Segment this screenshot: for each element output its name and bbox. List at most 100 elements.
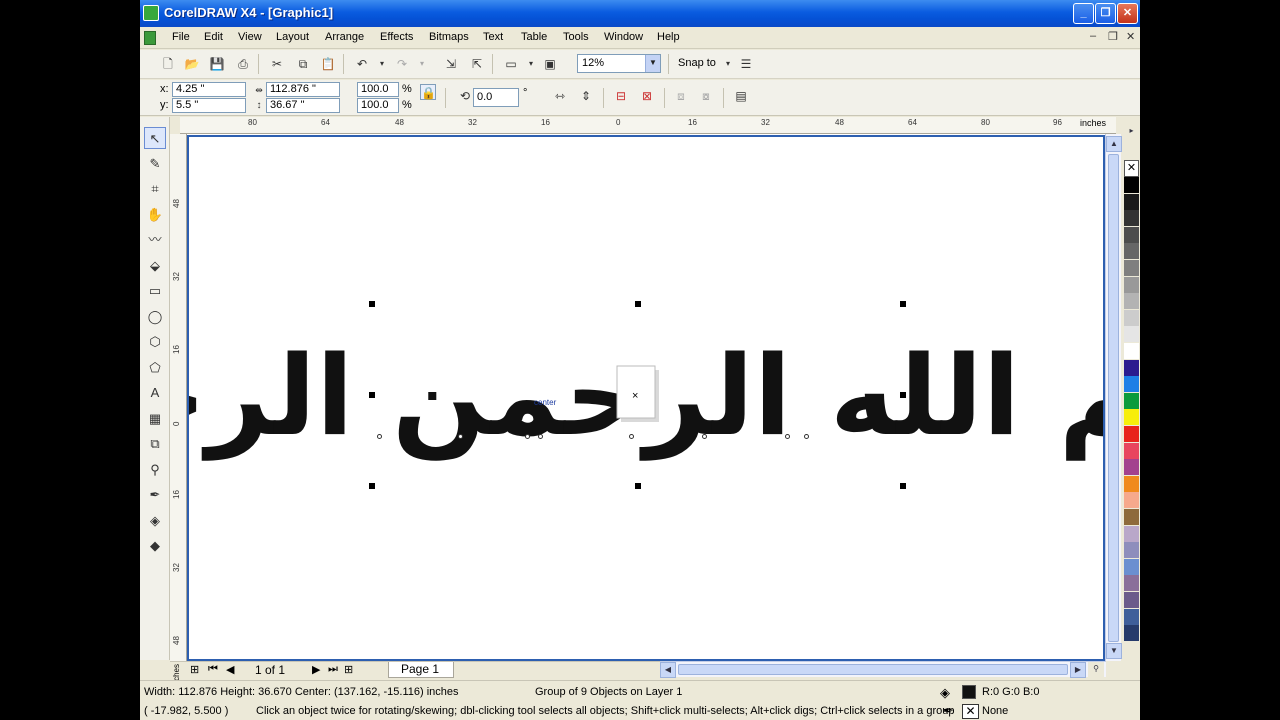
color-swatch[interactable] [1124, 525, 1139, 543]
color-swatch[interactable] [1124, 592, 1139, 609]
horizontal-scroll-thumb[interactable] [678, 664, 1068, 675]
x-position-field[interactable]: 4.25 " [172, 82, 246, 97]
smart-fill-tool-icon[interactable]: ⬙ [144, 255, 166, 277]
snap-to-dropdown-icon[interactable]: ▾ [720, 56, 736, 72]
menu-view[interactable]: View [238, 31, 262, 43]
rectangle-tool-icon[interactable]: ▭ [144, 280, 166, 302]
combine-icon[interactable]: ⧈ [673, 88, 689, 104]
color-swatch[interactable] [1124, 343, 1139, 360]
color-swatch[interactable] [1124, 193, 1139, 211]
color-swatch[interactable] [1124, 475, 1139, 493]
selection-handle-bc[interactable] [635, 483, 641, 489]
last-page-icon[interactable]: ⏭ [328, 663, 338, 676]
selection-handle-tc[interactable] [635, 301, 641, 307]
launcher-dropdown-icon[interactable]: ▾ [523, 56, 539, 72]
interactive-blend-tool-icon[interactable]: ⧉ [144, 433, 166, 455]
basic-shapes-tool-icon[interactable]: ⬠ [144, 357, 166, 379]
lock-ratio-icon[interactable]: 🔒 [420, 84, 436, 100]
next-page-icon[interactable]: ▶ [312, 663, 320, 676]
save-icon[interactable]: 💾 [209, 56, 225, 72]
menu-bitmaps[interactable]: Bitmaps [429, 31, 469, 43]
color-swatch[interactable] [1124, 177, 1139, 194]
minimize-button[interactable]: _ [1073, 3, 1094, 24]
menu-help[interactable]: Help [657, 31, 680, 43]
color-swatch[interactable] [1124, 509, 1139, 526]
selection-handle-tr[interactable] [900, 301, 906, 307]
rotation-angle-field[interactable]: 0.0 [473, 88, 519, 107]
chevron-down-icon[interactable]: ▼ [645, 55, 660, 72]
color-swatch[interactable] [1124, 293, 1139, 311]
width-field[interactable]: 112.876 " [266, 82, 340, 97]
freehand-tool-icon[interactable]: 〰 [144, 229, 166, 251]
align-distribute-icon[interactable]: ▤ [733, 88, 749, 104]
scale-x-field[interactable]: 100.0 [357, 82, 399, 97]
snap-to-label[interactable]: Snap to [678, 57, 716, 69]
redo-icon[interactable]: ↷ [394, 56, 410, 72]
color-swatch[interactable] [1124, 608, 1139, 626]
maximize-button[interactable]: ❐ [1095, 3, 1116, 24]
fill-color-swatch[interactable] [962, 685, 976, 699]
object-node[interactable] [702, 434, 707, 439]
text-tool-icon[interactable]: A [144, 382, 166, 404]
mirror-horizontal-icon[interactable]: ⇿ [552, 88, 568, 104]
break-apart-icon[interactable]: ⧇ [698, 88, 714, 104]
y-position-field[interactable]: 5.5 " [172, 98, 246, 113]
open-icon[interactable]: 📂 [184, 56, 200, 72]
scale-y-field[interactable]: 100.0 [357, 98, 399, 113]
color-swatch[interactable] [1124, 426, 1139, 443]
redo-dropdown-icon[interactable]: ▾ [414, 56, 430, 72]
selection-handle-ml[interactable] [369, 392, 375, 398]
height-field[interactable]: 36.67 " [266, 98, 340, 113]
color-swatch[interactable] [1124, 309, 1139, 327]
horizontal-ruler[interactable]: 80 64 48 32 16 0 16 32 48 64 80 96 inche… [180, 117, 1116, 134]
print-icon[interactable]: ⎙ [235, 56, 251, 72]
menu-effects[interactable]: Effects [380, 31, 413, 43]
color-swatch[interactable] [1124, 542, 1139, 560]
menu-window[interactable]: Window [604, 31, 643, 43]
menu-arrange[interactable]: Arrange [325, 31, 364, 43]
interactive-fill-tool-icon[interactable]: ◆ [144, 535, 166, 557]
doc-close-icon[interactable]: ✕ [1126, 30, 1135, 43]
color-swatch[interactable] [1124, 326, 1139, 344]
scroll-up-icon[interactable]: ▲ [1106, 136, 1122, 152]
scroll-right-icon[interactable]: ▶ [1070, 662, 1086, 678]
palette-flyout-icon[interactable]: ▸ [1124, 126, 1139, 138]
doc-restore-icon[interactable]: ❐ [1108, 30, 1118, 43]
crop-tool-icon[interactable]: ⌗ [144, 178, 166, 200]
color-swatch[interactable] [1124, 243, 1139, 261]
color-swatch[interactable] [1124, 558, 1139, 576]
menu-tools[interactable]: Tools [563, 31, 589, 43]
vertical-scrollbar[interactable]: ▲ ▼ [1105, 134, 1122, 661]
horizontal-scrollbar[interactable]: ◀ ▶ ⚲ [660, 661, 1106, 678]
eyedropper-tool-icon[interactable]: ⚲ [144, 459, 166, 481]
object-node[interactable] [525, 434, 530, 439]
color-swatch[interactable] [1124, 260, 1139, 277]
application-launcher-icon[interactable]: ▭ [503, 56, 519, 72]
mirror-vertical-icon[interactable]: ⇕ [578, 88, 594, 104]
color-swatch[interactable] [1124, 625, 1139, 643]
previous-page-icon[interactable]: ◀ [226, 663, 234, 676]
ungroup-all-icon[interactable]: ⊠ [639, 88, 655, 104]
selection-handle-tl[interactable] [369, 301, 375, 307]
add-page-before-icon[interactable]: ⊞ [190, 663, 199, 676]
add-page-after-icon[interactable]: ⊞ [344, 663, 353, 676]
selection-handle-br[interactable] [900, 483, 906, 489]
color-swatch[interactable] [1124, 210, 1139, 228]
color-swatch[interactable] [1124, 276, 1139, 294]
vertical-scroll-thumb[interactable] [1108, 154, 1119, 642]
paste-icon[interactable]: 📋 [320, 56, 336, 72]
copy-icon[interactable]: ⧉ [295, 56, 311, 72]
color-swatch[interactable] [1124, 442, 1139, 460]
object-node[interactable] [785, 434, 790, 439]
menu-table[interactable]: Table [521, 31, 547, 43]
object-node[interactable] [538, 434, 543, 439]
color-swatch[interactable] [1124, 226, 1139, 244]
color-swatch[interactable] [1124, 376, 1139, 394]
table-tool-icon[interactable]: ▦ [144, 408, 166, 430]
doc-minimize-icon[interactable]: – [1090, 30, 1096, 42]
close-button[interactable]: ✕ [1117, 3, 1138, 24]
ungroup-icon[interactable]: ⊟ [613, 88, 629, 104]
object-node[interactable] [458, 434, 463, 439]
no-color-swatch[interactable]: ✕ [1124, 160, 1139, 177]
color-swatch[interactable] [1124, 392, 1139, 410]
